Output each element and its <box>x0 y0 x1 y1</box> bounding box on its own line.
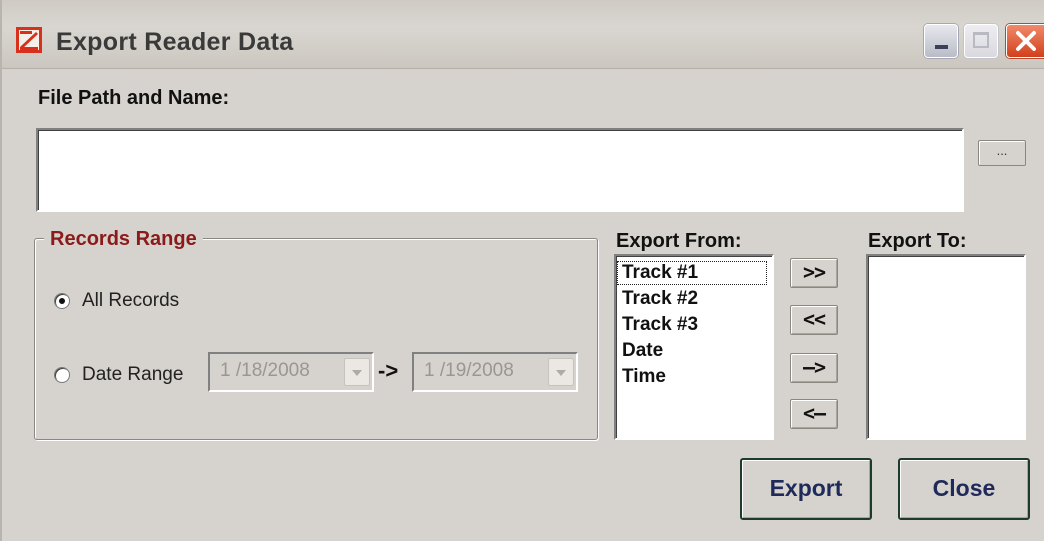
close-button[interactable]: Close <box>898 458 1030 520</box>
all-records-radio[interactable] <box>54 293 70 309</box>
export-from-list[interactable]: Track #1 Track #2 Track #3 Date Time <box>614 254 774 440</box>
minimize-button[interactable] <box>924 24 958 58</box>
remove-selected-button[interactable]: <— <box>790 399 838 429</box>
browse-button[interactable]: ... <box>978 140 1026 166</box>
date-range-label: Date Range <box>82 364 184 385</box>
end-date-value: 1 /19/2008 <box>424 360 514 381</box>
maximize-button <box>964 24 998 58</box>
close-icon <box>1016 31 1036 51</box>
add-selected-button[interactable]: —> <box>790 353 838 383</box>
app-icon <box>16 27 42 53</box>
title-bar[interactable]: Export Reader Data <box>2 0 1044 69</box>
file-path-input[interactable] <box>36 128 964 212</box>
export-to-label: Export To: <box>868 230 967 252</box>
window-title: Export Reader Data <box>56 28 294 56</box>
maximize-icon <box>973 32 989 48</box>
all-records-label: All Records <box>82 290 180 311</box>
start-date-value: 1 /18/2008 <box>220 360 310 381</box>
date-range-option[interactable]: Date Range <box>54 364 183 386</box>
list-item[interactable]: Track #1 <box>616 260 768 286</box>
all-records-option[interactable]: All Records <box>54 290 179 312</box>
close-window-button[interactable] <box>1006 24 1044 58</box>
export-reader-data-window: Export Reader Data File Path and Name: .… <box>0 0 1044 541</box>
remove-all-button[interactable]: << <box>790 305 838 335</box>
list-item[interactable]: Track #2 <box>616 286 772 312</box>
date-range-radio[interactable] <box>54 367 70 383</box>
minimize-icon <box>935 45 948 49</box>
list-item[interactable]: Time <box>616 364 772 390</box>
chevron-down-icon <box>548 358 574 386</box>
export-from-label: Export From: <box>616 230 742 252</box>
chevron-down-icon <box>344 358 370 386</box>
start-date-picker: 1 /18/2008 <box>208 352 374 392</box>
add-all-button[interactable]: >> <box>790 258 838 288</box>
export-to-list[interactable] <box>866 254 1026 440</box>
records-range-group <box>34 238 598 440</box>
date-separator: -> <box>378 358 399 383</box>
records-range-legend: Records Range <box>44 228 203 251</box>
list-item[interactable]: Date <box>616 338 772 364</box>
file-path-label: File Path and Name: <box>38 87 230 109</box>
end-date-picker: 1 /19/2008 <box>412 352 578 392</box>
export-button[interactable]: Export <box>740 458 872 520</box>
list-item[interactable]: Track #3 <box>616 312 772 338</box>
